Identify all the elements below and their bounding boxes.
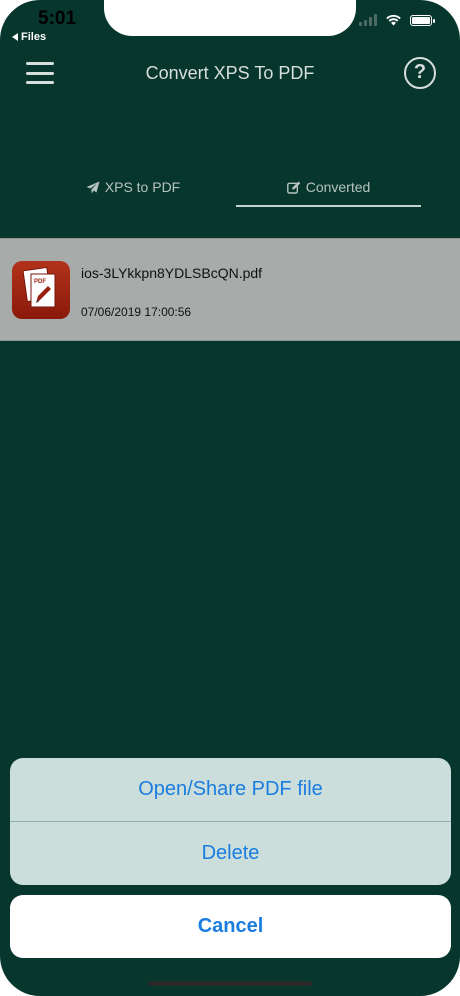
svg-text:PDF: PDF [34, 279, 46, 285]
tab-xps-to-pdf-label: XPS to PDF [104, 179, 181, 195]
tab-xps-to-pdf[interactable]: XPS to PDF [48, 176, 218, 198]
back-to-files-label: Files [21, 31, 47, 43]
status-notch [104, 0, 356, 36]
action-sheet: Open/Share PDF file Delete [10, 758, 451, 885]
tab-converted-label: Converted [305, 179, 371, 195]
edit-icon [286, 181, 301, 194]
back-arrow-icon [12, 33, 18, 42]
list-item[interactable]: PDF ios-3LYkkpn8YDLSBcQN.pdf 07/06/2019 … [0, 238, 460, 341]
status-icons [359, 14, 435, 26]
tab-converted[interactable]: Converted [236, 176, 421, 198]
signal-icon [359, 14, 377, 26]
open-share-pdf-button[interactable]: Open/Share PDF file [10, 758, 451, 821]
back-to-files-link[interactable]: Files [12, 31, 46, 43]
pdf-file-icon: PDF [12, 261, 70, 319]
wifi-icon [386, 14, 401, 26]
page-title: Convert XPS To PDF [145, 63, 315, 83]
battery-icon [410, 14, 435, 26]
paper-plane-icon [86, 181, 100, 193]
file-name: ios-3LYkkpn8YDLSBcQN.pdf [81, 265, 263, 281]
cancel-button[interactable]: Cancel [10, 895, 451, 958]
home-indicator[interactable] [148, 981, 312, 986]
selected-tab-indicator [236, 205, 421, 207]
file-date: 07/06/2019 17:00:56 [81, 305, 192, 319]
question-mark-icon[interactable]: ? [404, 57, 436, 89]
delete-button[interactable]: Delete [10, 822, 451, 885]
status-time: 5:01 [38, 8, 77, 29]
app-screen: 5:01 Files Convert XPS To PDF ? XPS to P… [0, 0, 460, 996]
